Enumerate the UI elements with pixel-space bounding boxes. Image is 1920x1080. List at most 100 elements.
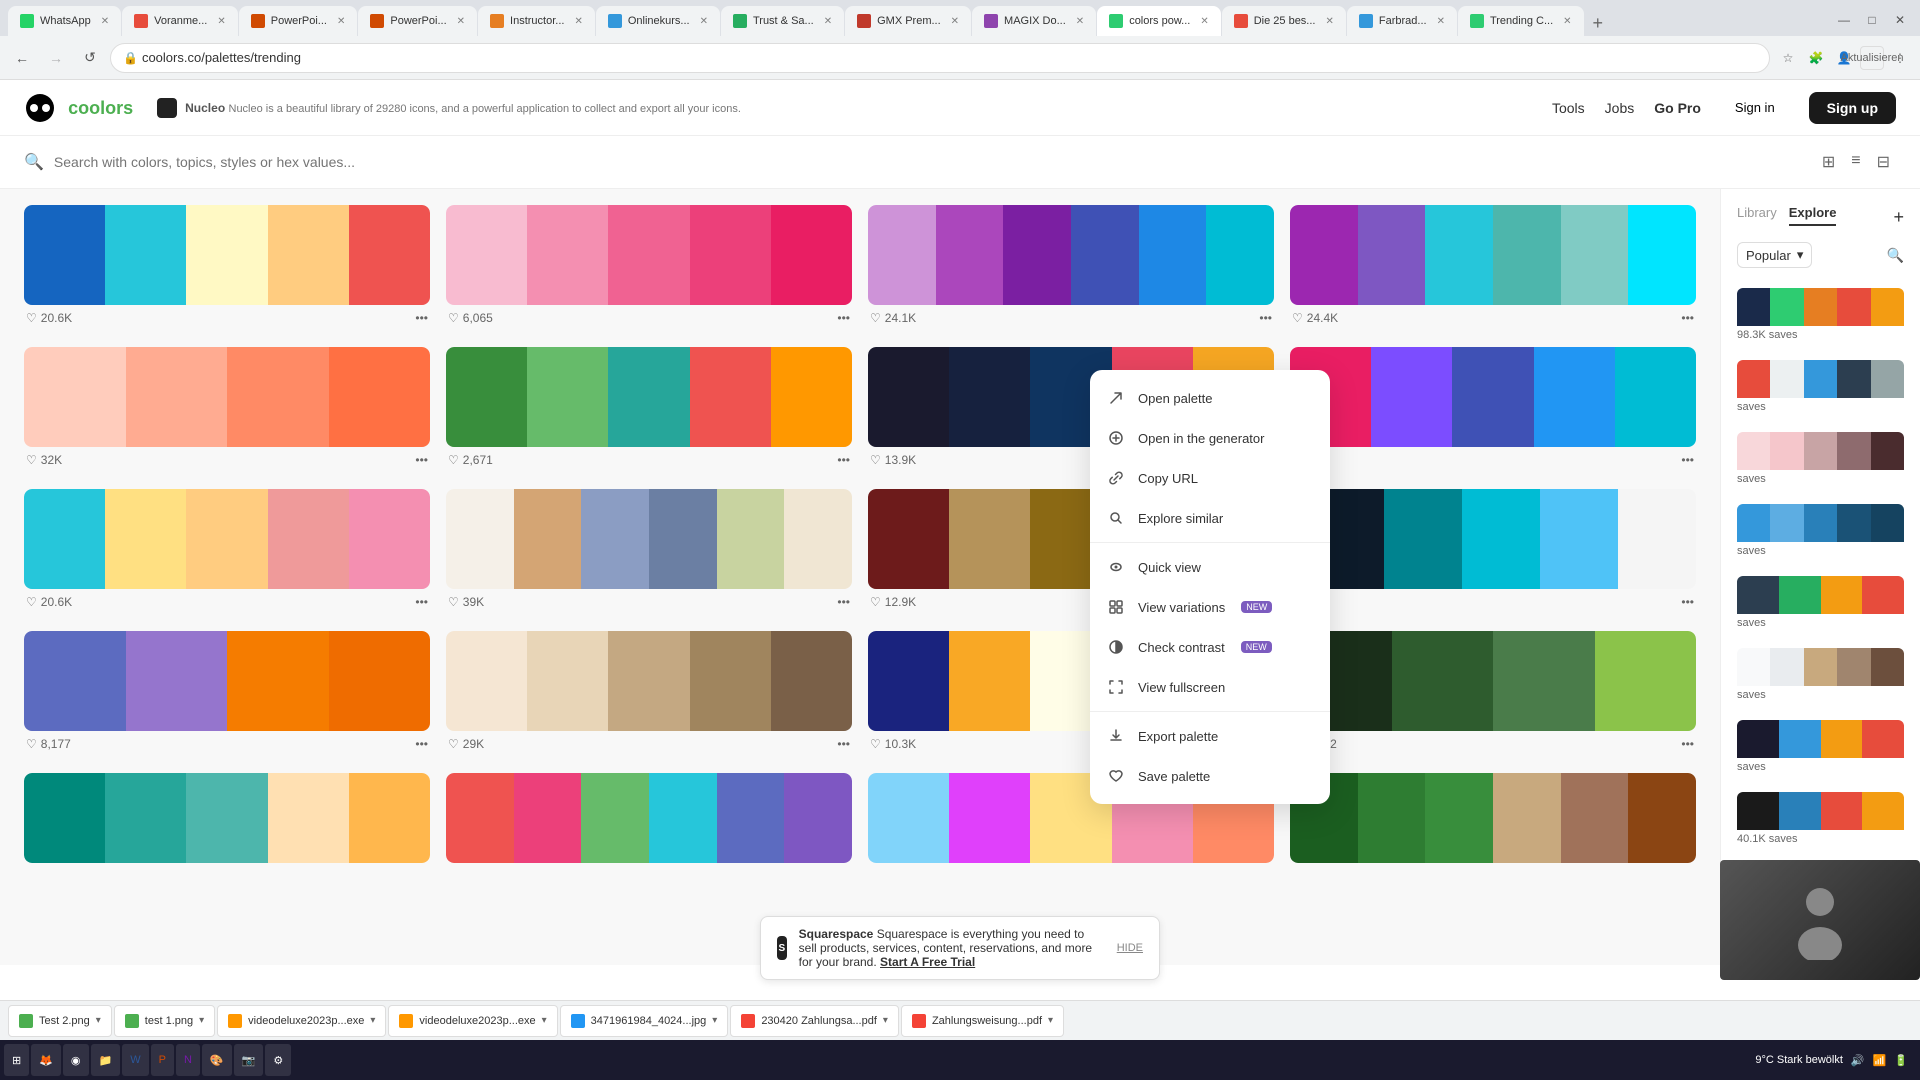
- bookmark-icon[interactable]: ☆: [1776, 46, 1800, 70]
- tab-die25[interactable]: Die 25 bes... ✕: [1222, 6, 1346, 36]
- tab-instructor[interactable]: Instructor... ✕: [478, 6, 595, 36]
- tab-trust[interactable]: Trust & Sa... ✕: [721, 6, 844, 36]
- more-icon[interactable]: •••: [1681, 595, 1694, 609]
- palette-card[interactable]: [1290, 773, 1696, 863]
- maximize-button[interactable]: □: [1860, 8, 1884, 32]
- back-button[interactable]: ←: [8, 44, 36, 72]
- palette-card[interactable]: ♡ 20.6K •••: [24, 205, 430, 331]
- ad-cta-link[interactable]: Start A Free Trial: [880, 955, 975, 969]
- taskbar-onenote[interactable]: N: [176, 1044, 200, 1076]
- tab-close-icon[interactable]: ✕: [457, 16, 465, 27]
- search-input[interactable]: [54, 154, 1806, 170]
- save-palette-item[interactable]: Save palette: [1090, 756, 1330, 796]
- palette-card[interactable]: ♡ 8,177 •••: [24, 631, 430, 757]
- tab-trending[interactable]: Trending C... ✕: [1458, 6, 1584, 36]
- more-icon[interactable]: •••: [1681, 311, 1694, 325]
- download-item-3[interactable]: videodeluxe2023p...exe ▾: [217, 1005, 386, 1037]
- sidebar-palette-6[interactable]: saves: [1737, 648, 1904, 704]
- more-icon[interactable]: •••: [415, 737, 428, 751]
- tab-whatsapp[interactable]: WhatsApp ✕: [8, 6, 121, 36]
- minimize-button[interactable]: —: [1832, 8, 1856, 32]
- tab-close-icon[interactable]: ✕: [824, 16, 832, 27]
- tab-close-icon[interactable]: ✕: [337, 16, 345, 27]
- open-palette-item[interactable]: Open palette: [1090, 378, 1330, 418]
- download-item-7[interactable]: Zahlungsweisung...pdf ▾: [901, 1005, 1064, 1037]
- quick-view-item[interactable]: Quick view: [1090, 547, 1330, 587]
- more-icon[interactable]: •••: [837, 595, 850, 609]
- view-fullscreen-item[interactable]: View fullscreen: [1090, 667, 1330, 707]
- taskbar-firefox[interactable]: 🦊: [31, 1044, 61, 1076]
- export-palette-item[interactable]: Export palette: [1090, 716, 1330, 756]
- download-item-4[interactable]: videodeluxe2023p...exe ▾: [388, 1005, 557, 1037]
- tab-magix[interactable]: MAGIX Do... ✕: [972, 6, 1096, 36]
- tab-close-icon[interactable]: ✕: [101, 16, 109, 27]
- sidebar-palette-7[interactable]: saves: [1737, 720, 1904, 776]
- more-icon[interactable]: •••: [837, 737, 850, 751]
- new-tab-button[interactable]: +: [1585, 10, 1612, 36]
- more-icon[interactable]: •••: [415, 595, 428, 609]
- tools-link[interactable]: Tools: [1552, 100, 1585, 116]
- sidebar-search-icon[interactable]: 🔍: [1887, 247, 1904, 264]
- close-browser-button[interactable]: ✕: [1888, 8, 1912, 32]
- taskbar-camera[interactable]: 📷: [234, 1044, 264, 1076]
- taskbar-chrome[interactable]: ◉: [63, 1044, 89, 1076]
- more-icon[interactable]: •••: [1259, 311, 1272, 325]
- jobs-link[interactable]: Jobs: [1605, 100, 1635, 116]
- list-view-button[interactable]: ≡: [1845, 148, 1866, 176]
- ad-hide-button[interactable]: HIDE: [1117, 942, 1143, 954]
- sidebar-palette-8[interactable]: 40.1K saves: [1737, 792, 1904, 848]
- tab-close-icon[interactable]: ✕: [574, 16, 582, 27]
- taskbar-settings[interactable]: ⚙: [265, 1044, 291, 1076]
- palette-card[interactable]: [24, 773, 430, 863]
- palette-card[interactable]: [446, 773, 852, 863]
- more-icon[interactable]: •••: [1681, 453, 1694, 467]
- download-item-5[interactable]: 3471961984_4024...jpg ▾: [560, 1005, 729, 1037]
- more-icon[interactable]: •••: [415, 311, 428, 325]
- gopro-link[interactable]: Go Pro: [1654, 100, 1701, 116]
- url-bar[interactable]: 🔒 coolors.co/palettes/trending: [110, 43, 1770, 73]
- taskbar-paint[interactable]: 🎨: [202, 1044, 232, 1076]
- signin-button[interactable]: Sign in: [1721, 94, 1789, 121]
- palette-card[interactable]: ♡ 24.1K •••: [868, 205, 1274, 331]
- download-item-2[interactable]: test 1.png ▾: [114, 1005, 215, 1037]
- sidebar-palette-2[interactable]: saves: [1737, 360, 1904, 416]
- check-contrast-item[interactable]: Check contrast NEW: [1090, 627, 1330, 667]
- refresh-button[interactable]: ↺: [76, 44, 104, 72]
- tab-ppt2[interactable]: PowerPoi... ✕: [358, 6, 477, 36]
- tab-colors-pow[interactable]: colors pow... ✕: [1097, 6, 1221, 36]
- compact-view-button[interactable]: ⊟: [1871, 148, 1896, 176]
- palette-card[interactable]: ♡ 32K •••: [24, 347, 430, 473]
- site-logo[interactable]: coolors: [24, 92, 133, 124]
- sidebar-palette-4[interactable]: saves: [1737, 504, 1904, 560]
- extensions-icon[interactable]: 🧩: [1804, 46, 1828, 70]
- palette-card[interactable]: ♡ 6,065 •••: [446, 205, 852, 331]
- add-button[interactable]: +: [1893, 207, 1904, 228]
- battery-icon[interactable]: 🔋: [1894, 1054, 1908, 1067]
- palette-card[interactable]: ♡ 2,671 •••: [446, 347, 852, 473]
- tab-close-icon[interactable]: ✕: [1437, 16, 1445, 27]
- sidebar-palette-3[interactable]: saves: [1737, 432, 1904, 488]
- palette-card[interactable]: ♡ 20.6K •••: [24, 489, 430, 615]
- palette-card[interactable]: ♡ — •••: [1290, 489, 1696, 615]
- tab-close-icon[interactable]: ✕: [1325, 16, 1333, 27]
- signup-button[interactable]: Sign up: [1809, 92, 1896, 124]
- tab-ppt1[interactable]: PowerPoi... ✕: [239, 6, 358, 36]
- palette-card[interactable]: ♡ 24.4K •••: [1290, 205, 1696, 331]
- sound-icon[interactable]: 🔊: [1851, 1054, 1865, 1067]
- more-icon[interactable]: •••: [837, 453, 850, 467]
- download-item-6[interactable]: 230420 Zahlungsa...pdf ▾: [730, 1005, 899, 1037]
- update-button[interactable]: Aktualisieren: [1860, 46, 1884, 70]
- tab-close-icon[interactable]: ✕: [1200, 16, 1208, 27]
- open-generator-item[interactable]: Open in the generator: [1090, 418, 1330, 458]
- tab-close-icon[interactable]: ✕: [951, 16, 959, 27]
- palette-card[interactable]: ♡ — •••: [1290, 347, 1696, 473]
- palette-card[interactable]: ♡ 39K •••: [446, 489, 852, 615]
- taskbar-explorer[interactable]: 📁: [91, 1044, 121, 1076]
- forward-button[interactable]: →: [42, 44, 70, 72]
- tab-close-icon[interactable]: ✕: [700, 16, 708, 27]
- taskbar-powerpoint[interactable]: P: [151, 1044, 174, 1076]
- more-icon[interactable]: •••: [1681, 737, 1694, 751]
- settings-icon[interactable]: ⋮: [1888, 46, 1912, 70]
- view-variations-item[interactable]: View variations NEW: [1090, 587, 1330, 627]
- more-icon[interactable]: •••: [837, 311, 850, 325]
